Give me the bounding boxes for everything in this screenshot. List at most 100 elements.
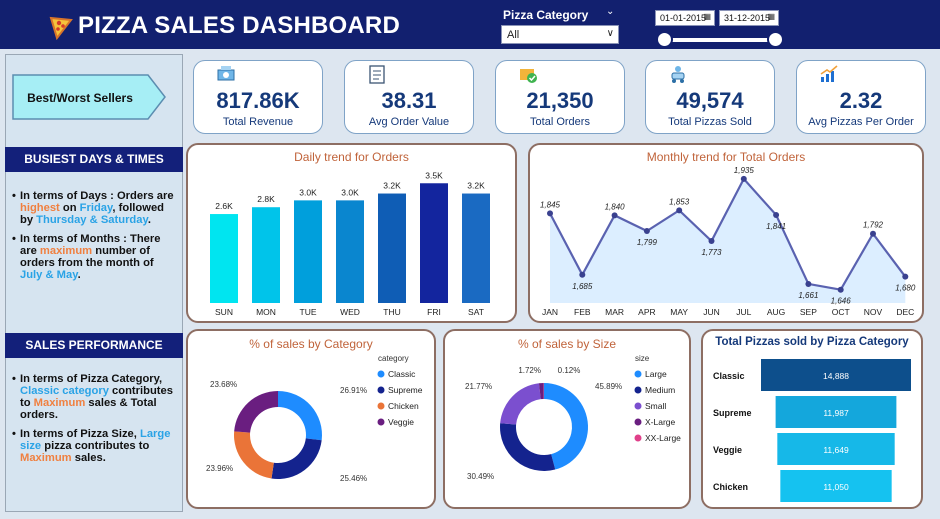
monthly-point-label: 1,661 (798, 291, 818, 300)
daily-x-tick: THU (383, 307, 400, 317)
monthly-orders-chart: 1,845 JAN 1,685 FEB 1,840 MAR 1,799 APR 1,853 MAY… (540, 166, 916, 317)
chevron-down-icon[interactable]: ⌄ (606, 6, 614, 17)
hbar-category-label: Veggie (713, 445, 742, 455)
kpi-total-revenue: 817.86K Total Revenue (193, 60, 323, 134)
donut-slice-label: 1.72% (518, 366, 541, 375)
monthly-x-tick: DEC (896, 307, 914, 317)
sales-note-category: In terms of Pizza Category, Classic cate… (12, 373, 178, 421)
page-title: PIZZA SALES DASHBOARD (78, 12, 400, 39)
donut-slice (500, 423, 556, 471)
monthly-x-tick: SEP (800, 307, 817, 317)
monthly-point (740, 175, 747, 182)
legend-entry: Chicken (388, 401, 419, 411)
monthly-point (611, 212, 618, 219)
daily-x-tick: WED (340, 307, 360, 317)
legend-entry: X-Large (645, 417, 676, 427)
kpi-label: Total Revenue (222, 116, 294, 128)
daily-bar (462, 193, 490, 303)
legend-marker (634, 402, 642, 410)
daily-bar (252, 207, 280, 303)
daily-bar (336, 200, 364, 303)
daily-x-tick: SAT (468, 307, 484, 317)
category-slicer-value: All (507, 29, 520, 41)
monthly-point-label: 1,935 (734, 166, 755, 175)
clipboard-icon (369, 65, 385, 84)
legend-entry: Veggie (388, 417, 414, 427)
category-sales-donut: 26.91% 25.46% 23.96% 23.68% category Classic S… (206, 354, 423, 483)
start-date-input[interactable]: 01-01-2015 ▦ (655, 10, 715, 26)
kpi-total-pizzas-sold: 49,574 Total Pizzas Sold (645, 60, 775, 134)
money-icon (217, 66, 235, 81)
category-slicer-dropdown[interactable]: All ∨ (501, 25, 619, 44)
daily-x-tick: FRI (427, 307, 441, 317)
monthly-point-label: 1,646 (831, 297, 852, 306)
legend-marker (634, 370, 642, 378)
growth-chart-icon (820, 65, 838, 82)
donut-slice-label: 23.96% (206, 464, 233, 473)
pizza-logo-icon (49, 16, 73, 40)
monthly-point-label: 1,680 (895, 284, 916, 293)
daily-bar-label: 3.2K (383, 181, 401, 191)
daily-bar-label: 3.2K (467, 181, 485, 191)
end-date-input[interactable]: 31-12-2015 ▦ (719, 10, 779, 26)
daily-orders-chart-panel: Daily trend for Orders 2.6K SUN 2.8K MON 3.0… (186, 143, 517, 323)
monthly-orders-chart-panel: Monthly trend for Total Orders 1,845 JAN 1… (528, 143, 924, 323)
legend-marker (377, 370, 385, 378)
monthly-x-tick: MAY (670, 307, 688, 317)
calendar-icon: ▦ (703, 12, 711, 21)
hbar-category-label: Supreme (713, 408, 752, 418)
daily-bar (378, 193, 406, 303)
busiest-note-months: In terms of Months : There are maximum n… (12, 233, 178, 281)
daily-bar (294, 200, 322, 303)
kpi-label: Avg Pizzas Per Order (808, 116, 914, 128)
monthly-x-tick: AUG (767, 307, 785, 317)
monthly-x-tick: APR (638, 307, 655, 317)
pizzas-by-category-chart: 14,888 Classic 11,987 Supreme 11,649 Veggie 11… (713, 359, 911, 502)
pizzas-by-category-chart-panel: Total Pizzas sold by Pizza Category 14,8… (701, 329, 923, 509)
date-range-track[interactable] (664, 38, 776, 42)
cart-icon (520, 69, 537, 83)
kpi-value: 38.31 (381, 88, 437, 113)
monthly-point (547, 210, 553, 217)
donut-slice (500, 383, 541, 425)
kpi-label: Total Orders (530, 116, 590, 128)
monthly-x-tick: JAN (542, 307, 558, 317)
monthly-point (708, 238, 715, 245)
calendar-icon: ▦ (767, 12, 775, 21)
donut-slice-label: 45.89% (595, 382, 622, 391)
monthly-point-label: 1,845 (540, 200, 561, 209)
donut-slice-label: 21.77% (465, 382, 492, 391)
legend-entry: Medium (645, 385, 675, 395)
date-range-start-handle[interactable] (656, 31, 673, 48)
legend-marker (377, 402, 385, 410)
sales-performance-heading: SALES PERFORMANCE (5, 333, 183, 358)
kpi-value: 21,350 (526, 88, 594, 113)
daily-bar-label: 3.0K (299, 187, 317, 197)
monthly-point (870, 230, 876, 237)
kpi-avg-order-value: 38.31 Avg Order Value (344, 60, 474, 134)
daily-bar-label: 3.0K (341, 187, 359, 197)
daily-bar-label: 2.6K (215, 201, 233, 211)
monthly-point-label: 1,799 (637, 238, 658, 247)
start-date-value: 01-01-2015 (660, 13, 707, 23)
hbar-category-label: Chicken (713, 482, 748, 492)
daily-orders-chart: 2.6K SUN 2.8K MON 3.0K TUE 3.0K WED 3.2K THU 3.5K F… (210, 170, 490, 317)
monthly-point-label: 1,685 (572, 282, 593, 291)
monthly-point (676, 207, 683, 214)
category-sales-chart-panel: % of sales by Category 26.91% 25.46% 23.96… (186, 329, 436, 509)
hbar-value-label: 14,888 (823, 371, 849, 381)
kpi-label: Avg Order Value (368, 116, 450, 128)
donut-slice (234, 391, 278, 433)
date-range-end-handle[interactable] (767, 31, 784, 48)
legend-entry: Classic (388, 369, 416, 379)
donut-slice-label: 30.49% (467, 472, 494, 481)
kpi-value: 817.86K (216, 88, 300, 113)
monthly-point (837, 286, 844, 293)
best-worst-sellers-button[interactable]: Best/Worst Sellers (12, 74, 166, 120)
legend-marker (377, 386, 385, 394)
legend-entry: XX-Large (645, 433, 681, 443)
daily-x-tick: SUN (215, 307, 233, 317)
daily-bar (420, 183, 448, 303)
legend-entry: Large (645, 369, 667, 379)
daily-bar-label: 2.8K (257, 194, 275, 204)
